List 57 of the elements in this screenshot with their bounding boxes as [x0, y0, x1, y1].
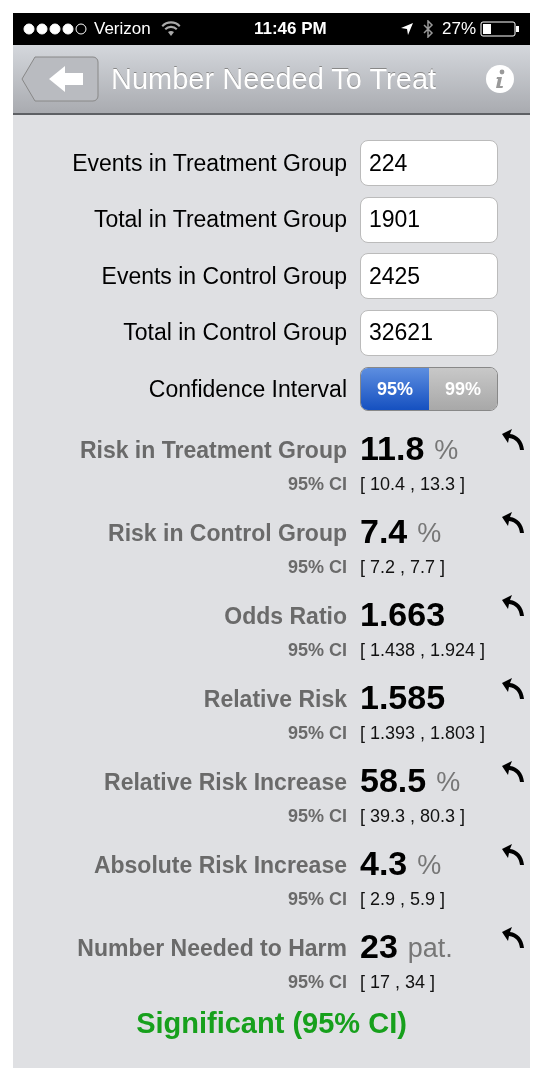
ci-label: 95% CI — [286, 721, 347, 745]
ci-range: [ 17 , 34 ] — [359, 970, 437, 994]
result-value: 1.585 — [359, 677, 446, 717]
unit-label: % — [434, 434, 459, 467]
screen-title: Number Needed To Treat — [111, 62, 438, 96]
result-value: 23 — [359, 926, 398, 966]
result-value: 1.663 — [359, 594, 446, 634]
bluetooth-icon — [421, 20, 434, 38]
location-arrow-icon — [399, 22, 414, 36]
battery-icon — [480, 21, 520, 37]
battery-percent: 27% — [441, 19, 476, 39]
significance-result: Significant (95% CI) — [135, 1006, 408, 1040]
unit-label: % — [417, 517, 442, 550]
wifi-icon — [160, 21, 181, 37]
ci-range: [ 1.438 , 1.924 ] — [359, 638, 487, 662]
result-label: Risk in Control Group — [107, 519, 347, 548]
ci-range: [ 2.9 , 5.9 ] — [359, 887, 447, 911]
field-label: Confidence Interval — [147, 375, 347, 403]
number-field[interactable]: 32621 — [360, 309, 498, 356]
unit-label: % — [417, 849, 442, 882]
ci-range: [ 39.3 , 80.3 ] — [359, 804, 467, 828]
field-label: Total in Control Group — [122, 319, 347, 347]
ci-label: 95% CI — [286, 804, 347, 828]
ci-label: 95% CI — [286, 472, 347, 496]
signal-icon — [23, 23, 89, 35]
field-label: Total in Treatment Group — [92, 206, 347, 234]
number-field[interactable]: 1901 — [360, 196, 498, 243]
info-button[interactable] — [486, 65, 514, 93]
back-button[interactable] — [21, 56, 99, 102]
result-value: 58.5 — [359, 760, 427, 800]
segment-option[interactable]: 95% — [361, 368, 429, 411]
clock-time: 11:46 PM — [252, 19, 328, 39]
ci-range: [ 7.2 , 7.7 ] — [359, 555, 447, 579]
ci-label: 95% CI — [286, 638, 347, 662]
field-label: Events in Treatment Group — [71, 149, 347, 177]
carrier-name: Verizon — [94, 19, 151, 39]
ci-label: 95% CI — [286, 555, 347, 579]
result-label: Relative Risk — [202, 685, 347, 714]
unit-label: pat. — [407, 932, 453, 965]
ci-range: [ 10.4 , 13.3 ] — [359, 472, 467, 496]
ci-label: 95% CI — [286, 887, 347, 911]
result-value: 4.3 — [359, 843, 408, 883]
result-label: Risk in Treatment Group — [78, 436, 347, 465]
info-icon — [493, 69, 507, 89]
number-field[interactable]: 2425 — [360, 253, 498, 300]
ci-range: [ 1.393 , 1.803 ] — [359, 721, 487, 745]
result-value: 11.8 — [359, 428, 425, 468]
result-value: 7.4 — [359, 511, 408, 551]
unit-label: % — [436, 766, 461, 799]
result-label: Number Needed to Harm — [76, 934, 347, 963]
result-label: Relative Risk Increase — [103, 768, 347, 797]
result-label: Absolute Risk Increase — [92, 851, 347, 880]
back-arrow-icon — [21, 56, 99, 102]
ci-label: 95% CI — [286, 970, 347, 994]
result-label: Odds Ratio — [223, 602, 347, 631]
field-label: Events in Control Group — [100, 262, 347, 290]
number-field[interactable]: 224 — [360, 140, 498, 187]
